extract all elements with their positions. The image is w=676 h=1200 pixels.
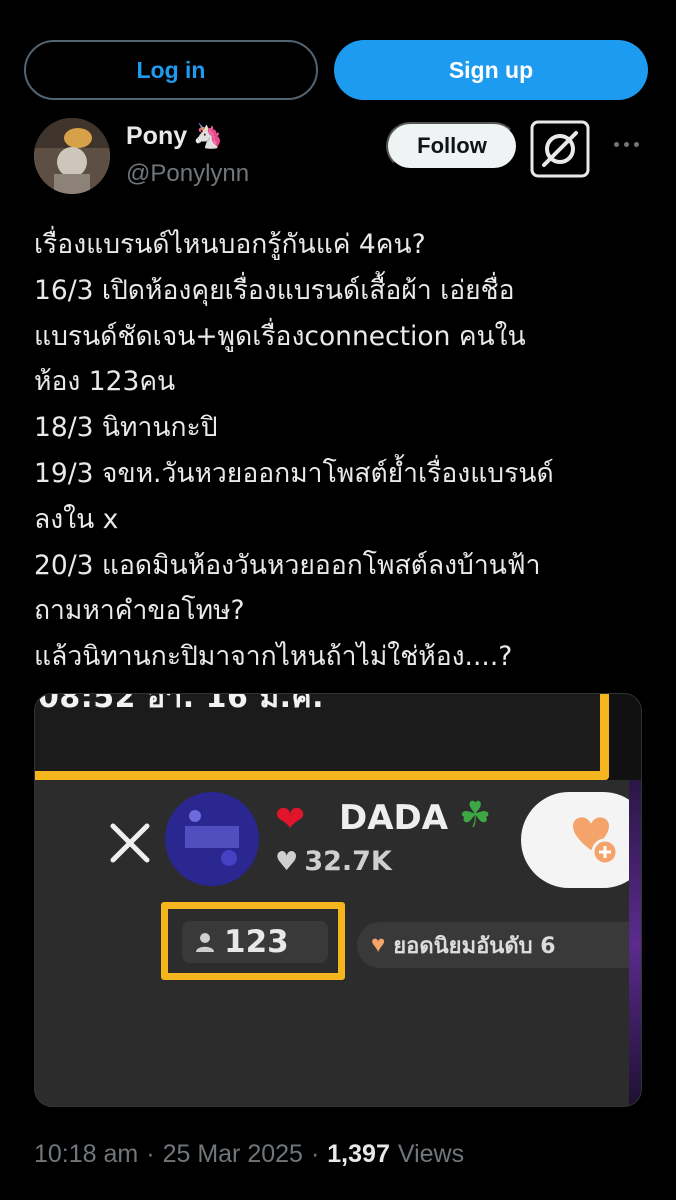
tweet-line: แล้วนิทานกะปิมาจากไหนถ้าไม่ใช่ห้อง....? — [34, 641, 513, 673]
meta-separator: · — [146, 1140, 155, 1168]
tweet-author: Pony 🦄 @Ponylynn Follow — [34, 118, 654, 198]
viewer-count-pill: 123 — [182, 921, 328, 963]
host-likes: ♥ 32.7K — [275, 846, 392, 877]
tweet-line: ลงใน x — [34, 503, 119, 535]
tweet-line: เรื่องแบรนด์ไหนบอกรู้กันแค่ 4คน? — [34, 229, 426, 260]
host-avatar — [165, 792, 259, 886]
tweet-line: ถามหาคำขอโทษ? — [34, 595, 245, 627]
media-header-region: 08:52 อา. 16 มี.ค. — [35, 693, 641, 780]
views-label: Views — [397, 1140, 465, 1168]
meta-separator: · — [310, 1140, 320, 1168]
host-name: DADA — [339, 798, 449, 838]
login-button[interactable]: Log in — [24, 40, 318, 100]
auth-bar: Log in Sign up — [24, 40, 654, 102]
rank-text: ยอดนิยมอันดับ 6 — [393, 933, 556, 959]
tweet-line: 20/3 แอดมินห้องวันหวยออกโพสต์ลงบ้านฟ้า — [34, 549, 541, 581]
clover-icon: ☘ — [459, 794, 492, 835]
tweet-meta: 10:18 am · 25 Mar 2025 · 1,397 Views — [34, 1140, 464, 1169]
more-options-icon[interactable] — [608, 132, 644, 156]
likes-count: 32.7K — [304, 846, 392, 877]
red-heart-icon: ❤ — [275, 798, 306, 839]
media-edge-decoration — [629, 780, 641, 1106]
tweet-line: 16/3 เปิดห้องคุยเรื่องแบรนด์เสื้อผ้า เอ่… — [34, 274, 515, 306]
close-icon — [107, 820, 153, 866]
grok-icon[interactable] — [530, 120, 590, 178]
author-display-name: Pony — [126, 122, 188, 150]
person-icon — [196, 933, 214, 952]
tweet-line: 18/3 นิทานกะปิ — [34, 412, 218, 444]
signup-button[interactable]: Sign up — [334, 40, 648, 100]
rank-pill: ♥ ยอดนิยมอันดับ 6 — [357, 922, 641, 968]
time-highlight-box: 08:52 อา. 16 มี.ค. — [35, 693, 609, 780]
tweet-line: แบรนด์ชัดเจน+พูดเรื่องconnection คนใน — [34, 320, 526, 352]
unicorn-emoji-icon: 🦄 — [193, 123, 224, 150]
orange-heart-icon: ♥ — [371, 931, 386, 958]
favorite-button — [521, 792, 641, 888]
avatar[interactable] — [34, 118, 110, 194]
follow-button[interactable]: Follow — [386, 122, 518, 170]
media-timestamp: 08:52 อา. 16 มี.ค. — [38, 693, 324, 715]
tweet-text: เรื่องแบรนด์ไหนบอกรู้กันแค่ 4คน? 16/3 เป… — [34, 222, 654, 680]
tweet-date[interactable]: 25 Mar 2025 — [163, 1140, 303, 1169]
views-count: 1,397 — [327, 1140, 390, 1168]
heart-icon: ♥ — [275, 846, 299, 877]
author-name[interactable]: Pony 🦄 — [126, 122, 223, 151]
tweet-line: ห้อง 123คน — [34, 366, 176, 398]
viewer-highlight-box: 123 — [161, 902, 345, 980]
tweet-media-image[interactable]: 08:52 อา. 16 มี.ค. ❤ DADA ☘ ♥ 32.7K 123 … — [34, 693, 642, 1107]
author-handle[interactable]: @Ponylynn — [126, 160, 249, 188]
viewer-count: 123 — [224, 924, 289, 960]
tweet-time[interactable]: 10:18 am — [34, 1140, 138, 1169]
tweet-line: 19/3 จขห.วันหวยออกมาโพสต์ย้ำเรื่องแบรนด์ — [34, 457, 554, 489]
